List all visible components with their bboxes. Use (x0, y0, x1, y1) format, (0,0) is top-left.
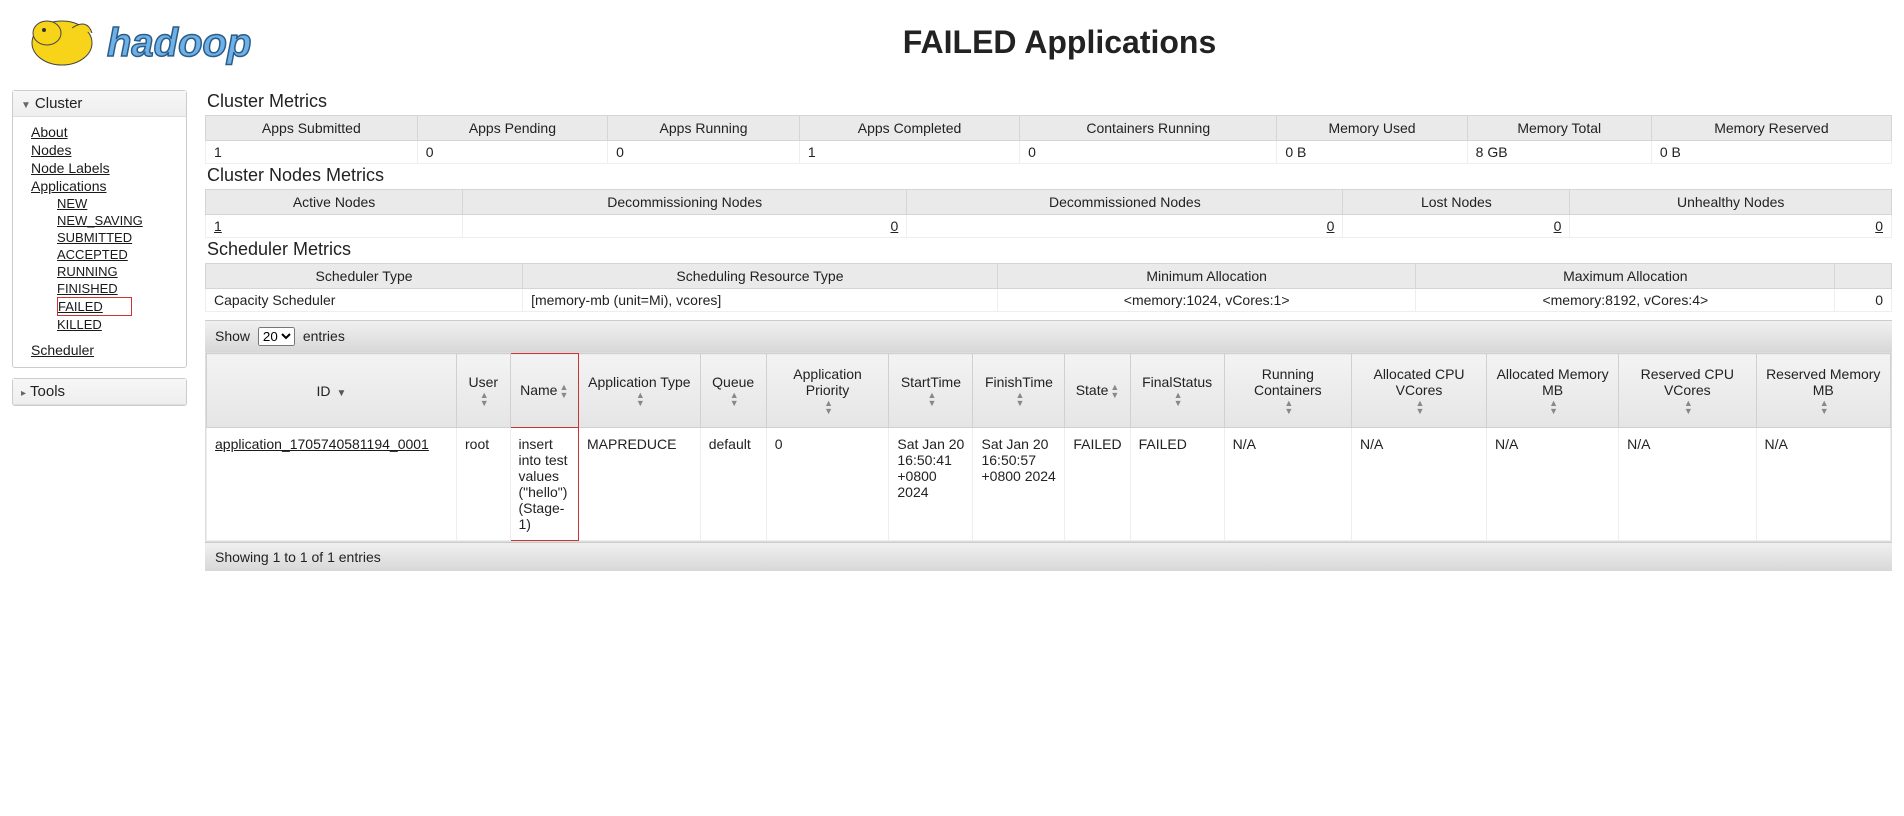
col-id[interactable]: ID▼ (207, 354, 457, 428)
cell-user: root (457, 428, 511, 541)
cell-type: MAPREDUCE (579, 428, 701, 541)
sidebar-link-new[interactable]: NEW (57, 195, 182, 212)
cell-amem: N/A (1487, 428, 1619, 541)
col-apptype[interactable]: Application Type▲▼ (579, 354, 701, 428)
show-label: Show (215, 328, 250, 344)
nodes-metrics-table: Active Nodes Decommissioning Nodes Decom… (205, 189, 1892, 238)
table-info: Showing 1 to 1 of 1 entries (205, 542, 1892, 571)
sort-icon: ▲▼ (1284, 399, 1293, 415)
table-row: Capacity Scheduler [memory-mb (unit=Mi),… (206, 289, 1892, 312)
cm-h-4: Containers Running (1020, 116, 1277, 141)
table-length-toolbar: Show 20 entries (205, 320, 1892, 352)
col-amem[interactable]: Allocated Memory MB▲▼ (1487, 354, 1619, 428)
col-state[interactable]: State▲▼ (1065, 354, 1130, 428)
scheduler-metrics-table: Scheduler Type Scheduling Resource Type … (205, 263, 1892, 312)
sort-icon: ▲▼ (559, 383, 568, 399)
sort-icon: ▲▼ (636, 391, 645, 407)
table-row: application_1705740581194_0001 root inse… (207, 428, 1891, 541)
sidebar-link-scheduler[interactable]: Scheduler (31, 341, 182, 359)
cell-rmem: N/A (1756, 428, 1890, 541)
col-finish[interactable]: FinishTime▲▼ (973, 354, 1065, 428)
application-id-link[interactable]: application_1705740581194_0001 (215, 436, 429, 452)
decommissioning-link[interactable]: 0 (890, 218, 898, 234)
cm-h-6: Memory Total (1467, 116, 1651, 141)
sidebar-link-about[interactable]: About (31, 123, 182, 141)
cm-h-2: Apps Running (608, 116, 800, 141)
sort-icon: ▲▼ (1416, 399, 1425, 415)
sidebar-link-accepted[interactable]: ACCEPTED (57, 246, 182, 263)
col-acpu[interactable]: Allocated CPU VCores▲▼ (1351, 354, 1486, 428)
sort-icon: ▲▼ (824, 399, 833, 415)
col-queue[interactable]: Queue▲▼ (700, 354, 766, 428)
page-size-select[interactable]: 20 (258, 327, 295, 346)
sort-icon: ▲▼ (1015, 391, 1024, 407)
sort-icon: ▲▼ (927, 391, 936, 407)
col-priority[interactable]: Application Priority▲▼ (766, 354, 889, 428)
col-name[interactable]: Name▲▼ (510, 354, 578, 428)
sidebar-link-node-labels[interactable]: Node Labels (31, 159, 182, 177)
sidebar-link-killed[interactable]: KILLED (57, 316, 182, 333)
sidebar-section-cluster[interactable]: ▼Cluster (13, 91, 186, 117)
cm-h-5: Memory Used (1277, 116, 1467, 141)
cell-rcpu: N/A (1619, 428, 1756, 541)
col-running[interactable]: Running Containers▲▼ (1224, 354, 1351, 428)
col-rmem[interactable]: Reserved Memory MB▲▼ (1756, 354, 1890, 428)
unhealthy-link[interactable]: 0 (1875, 218, 1883, 234)
table-row: 1 0 0 0 0 (206, 215, 1892, 238)
page-title: FAILED Applications (227, 24, 1892, 61)
col-user[interactable]: User▲▼ (457, 354, 511, 428)
cell-start: Sat Jan 20 16:50:41 +0800 2024 (889, 428, 973, 541)
cm-h-1: Apps Pending (417, 116, 607, 141)
cell-state: FAILED (1065, 428, 1130, 541)
cell-acpu: N/A (1351, 428, 1486, 541)
col-fstatus[interactable]: FinalStatus▲▼ (1130, 354, 1224, 428)
sidebar-link-submitted[interactable]: SUBMITTED (57, 229, 182, 246)
main-content: Cluster Metrics Apps Submitted Apps Pend… (205, 90, 1892, 571)
sort-icon: ▲▼ (480, 391, 489, 407)
caret-right-icon: ▸ (21, 388, 26, 399)
cm-h-7: Memory Reserved (1651, 116, 1891, 141)
sidebar: ▼Cluster About Nodes Node Labels Applica… (12, 90, 187, 571)
cm-h-3: Apps Completed (799, 116, 1019, 141)
lost-nodes-link[interactable]: 0 (1554, 218, 1562, 234)
scheduler-metrics-heading: Scheduler Metrics (207, 239, 1892, 260)
active-nodes-link[interactable]: 1 (214, 218, 222, 234)
sidebar-link-applications[interactable]: Applications (31, 177, 182, 195)
cluster-metrics-table: Apps Submitted Apps Pending Apps Running… (205, 115, 1892, 164)
sidebar-link-running[interactable]: RUNNING (57, 263, 182, 280)
caret-down-icon: ▼ (21, 100, 31, 111)
sort-icon: ▲▼ (1684, 399, 1693, 415)
sort-icon: ▲▼ (1110, 383, 1119, 399)
cell-name: insert into test values ("hello")(Stage-… (510, 428, 578, 541)
col-rcpu[interactable]: Reserved CPU VCores▲▼ (1619, 354, 1756, 428)
table-row: 1 0 0 1 0 0 B 8 GB 0 B (206, 141, 1892, 164)
cell-fstatus: FAILED (1130, 428, 1224, 541)
entries-label: entries (303, 328, 345, 344)
sort-icon: ▲▼ (730, 391, 739, 407)
sort-icon: ▲▼ (1549, 399, 1558, 415)
cluster-metrics-heading: Cluster Metrics (207, 91, 1892, 112)
sidebar-link-new-saving[interactable]: NEW_SAVING (57, 212, 182, 229)
sort-icon: ▲▼ (1174, 391, 1183, 407)
cell-running: N/A (1224, 428, 1351, 541)
sidebar-section-tools[interactable]: ▸Tools (13, 379, 186, 405)
sidebar-link-nodes[interactable]: Nodes (31, 141, 182, 159)
decommissioned-link[interactable]: 0 (1327, 218, 1335, 234)
applications-table: ID▼ User▲▼ Name▲▼ Application Type▲▼ Que… (206, 353, 1891, 541)
cell-finish: Sat Jan 20 16:50:57 +0800 2024 (973, 428, 1065, 541)
sidebar-link-finished[interactable]: FINISHED (57, 280, 182, 297)
col-start[interactable]: StartTime▲▼ (889, 354, 973, 428)
nodes-metrics-heading: Cluster Nodes Metrics (207, 165, 1892, 186)
cell-queue: default (700, 428, 766, 541)
sort-icon: ▲▼ (1820, 399, 1829, 415)
cm-h-0: Apps Submitted (206, 116, 418, 141)
sidebar-link-failed[interactable]: FAILED (58, 298, 103, 315)
cell-priority: 0 (766, 428, 889, 541)
sort-icon: ▼ (337, 388, 347, 399)
